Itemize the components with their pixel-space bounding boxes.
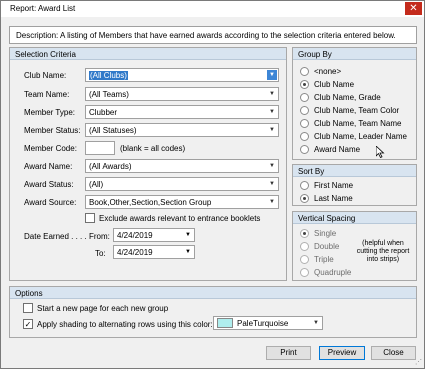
club-name-label: Club Name: — [24, 71, 67, 80]
team-name-select[interactable]: (All Teams) ▼ — [85, 87, 279, 101]
group-by-club-grade-radio[interactable] — [300, 93, 309, 102]
member-status-label: Member Status: — [24, 126, 81, 135]
award-name-value: (All Awards) — [89, 162, 132, 171]
group-by-team-name-label: Club Name, Team Name — [314, 119, 402, 128]
spacing-double-label: Double — [314, 242, 340, 251]
sort-by-group: Sort By — [292, 164, 417, 206]
member-code-hint: (blank = all codes) — [120, 144, 186, 153]
chevron-down-icon[interactable]: ▼ — [267, 125, 277, 135]
member-code-label: Member Code: — [24, 144, 77, 153]
club-name-value: (All Clubs) — [89, 71, 128, 80]
club-name-select[interactable]: (All Clubs) ▼ — [85, 68, 279, 82]
award-name-label: Award Name: — [24, 162, 73, 171]
spacing-triple-radio[interactable] — [300, 255, 309, 264]
date-to-input[interactable]: 4/24/2019 ▼ — [113, 245, 195, 259]
shading-color-select[interactable]: PaleTurquoise ▼ — [213, 316, 323, 330]
spacing-note: (helpful when cutting the report into st… — [356, 240, 410, 263]
group-by-none-radio[interactable] — [300, 67, 309, 76]
exclude-entrance-label: Exclude awards relevant to entrance book… — [99, 214, 261, 223]
date-from-input[interactable]: 4/24/2019 ▼ — [113, 228, 195, 242]
award-source-label: Award Source: — [24, 198, 77, 207]
description-box: Description: A listing of Members that h… — [9, 26, 417, 44]
chevron-down-icon[interactable]: ▼ — [267, 161, 277, 171]
team-name-value: (All Teams) — [89, 90, 129, 99]
group-by-header: Group By — [293, 48, 416, 60]
window-title: Report: Award List — [10, 4, 76, 13]
award-name-select[interactable]: (All Awards) ▼ — [85, 159, 279, 173]
chevron-down-icon[interactable]: ▼ — [267, 70, 277, 80]
print-button[interactable]: Print — [266, 346, 311, 360]
date-to-label: To: — [95, 249, 106, 258]
sort-first-name-label: First Name — [314, 181, 354, 190]
chevron-down-icon[interactable]: ▼ — [267, 89, 277, 99]
vertical-spacing-header: Vertical Spacing — [293, 212, 416, 224]
title-bar: Report: Award List ✕ — [1, 1, 424, 17]
sort-last-name-radio[interactable] — [300, 194, 309, 203]
group-by-award-name-radio[interactable] — [300, 145, 309, 154]
award-status-select[interactable]: (All) ▼ — [85, 177, 279, 191]
close-button[interactable]: Close — [371, 346, 416, 360]
member-status-value: (All Statuses) — [89, 126, 137, 135]
award-status-value: (All) — [89, 180, 104, 189]
color-swatch — [217, 318, 233, 328]
sort-first-name-radio[interactable] — [300, 181, 309, 190]
options-header: Options — [10, 287, 416, 299]
shading-color-value: PaleTurquoise — [237, 319, 289, 328]
mouse-cursor-icon — [375, 145, 385, 161]
member-code-input[interactable] — [85, 141, 115, 155]
date-from-label: From: — [89, 232, 110, 241]
member-status-select[interactable]: (All Statuses) ▼ — [85, 123, 279, 137]
team-name-label: Team Name: — [24, 90, 70, 99]
calendar-dropdown-icon[interactable]: ▼ — [183, 247, 193, 257]
group-by-none-label: <none> — [314, 67, 342, 76]
chevron-down-icon[interactable]: ▼ — [267, 197, 277, 207]
calendar-dropdown-icon[interactable]: ▼ — [183, 230, 193, 240]
award-source-value: Book,Other,Section,Section Group — [89, 198, 212, 207]
member-type-select[interactable]: Clubber ▼ — [85, 105, 279, 119]
date-earned-label: Date Earned . . . . — [24, 232, 87, 241]
chevron-down-icon[interactable]: ▼ — [267, 107, 277, 117]
spacing-quadruple-label: Quadruple — [314, 268, 352, 277]
check-icon: ✓ — [24, 320, 32, 329]
award-status-label: Award Status: — [24, 180, 74, 189]
chevron-down-icon[interactable]: ▼ — [267, 179, 277, 189]
member-type-label: Member Type: — [24, 108, 75, 117]
group-by-club-name-label: Club Name — [314, 80, 355, 89]
chevron-down-icon[interactable]: ▼ — [311, 318, 321, 328]
spacing-quadruple-radio[interactable] — [300, 268, 309, 277]
group-by-leader-name-radio[interactable] — [300, 132, 309, 141]
member-type-value: Clubber — [89, 108, 118, 117]
award-source-select[interactable]: Book,Other,Section,Section Group ▼ — [85, 195, 279, 209]
sort-by-header: Sort By — [293, 165, 416, 177]
spacing-double-radio[interactable] — [300, 242, 309, 251]
description-text: Description: A listing of Members that h… — [16, 31, 396, 40]
new-page-label: Start a new page for each new group — [37, 304, 169, 313]
shading-checkbox[interactable]: ✓ — [23, 319, 33, 329]
exclude-entrance-checkbox[interactable] — [85, 213, 95, 223]
selection-criteria-header: Selection Criteria — [10, 48, 286, 60]
award-list-window: Report: Award List ✕ Description: A list… — [0, 0, 425, 369]
new-page-checkbox[interactable] — [23, 303, 33, 313]
group-by-award-name-label: Award Name — [314, 145, 361, 154]
sort-last-name-label: Last Name — [314, 194, 353, 203]
group-by-team-color-label: Club Name, Team Color — [314, 106, 400, 115]
group-by-club-grade-label: Club Name, Grade — [314, 93, 381, 102]
shading-label: Apply shading to alternating rows using … — [37, 320, 213, 329]
group-by-group: Group By — [292, 47, 417, 160]
spacing-triple-label: Triple — [314, 255, 334, 264]
spacing-single-label: Single — [314, 229, 337, 238]
group-by-team-color-radio[interactable] — [300, 106, 309, 115]
group-by-team-name-radio[interactable] — [300, 119, 309, 128]
group-by-club-name-radio[interactable] — [300, 80, 309, 89]
close-window-button[interactable]: ✕ — [405, 2, 422, 15]
group-by-leader-name-label: Club Name, Leader Name — [314, 132, 407, 141]
preview-button[interactable]: Preview — [319, 346, 365, 360]
spacing-single-radio[interactable] — [300, 229, 309, 238]
resize-grip-icon[interactable]: ⋰ — [415, 359, 423, 367]
